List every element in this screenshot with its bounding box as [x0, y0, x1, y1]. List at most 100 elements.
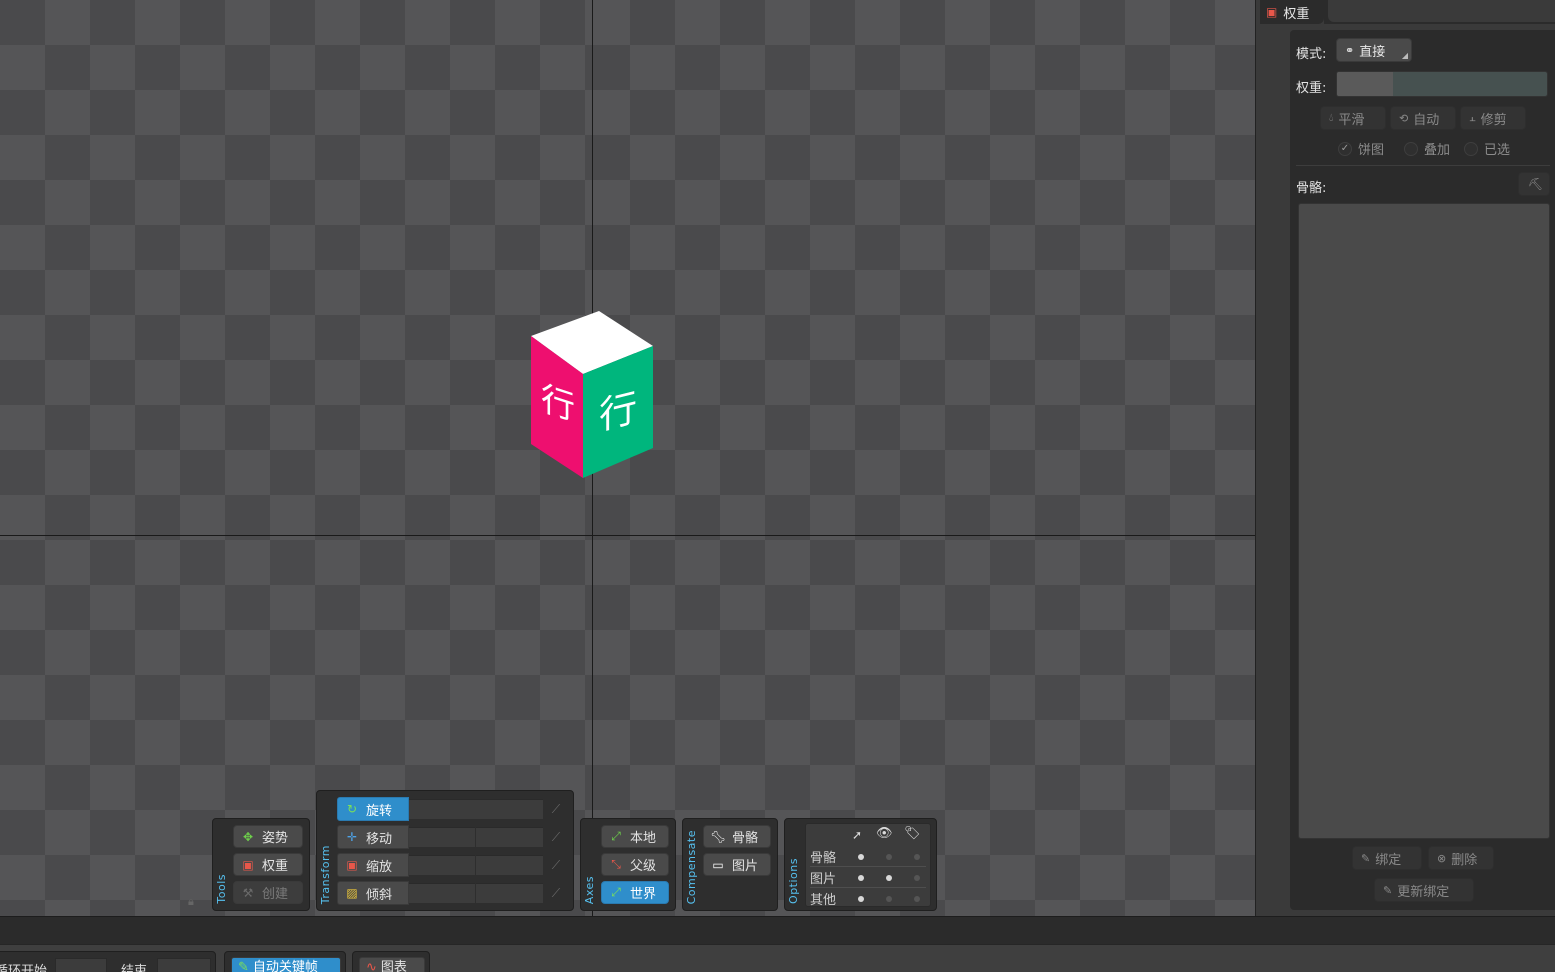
shear-x-field[interactable] — [409, 883, 475, 903]
parent-axes-label: 父级 — [630, 859, 657, 874]
shear-icon: ▨ — [346, 886, 358, 900]
scale-link-icon[interactable]: ⟋ — [543, 855, 569, 875]
auto-key-label: 自动关键帧 — [252, 960, 318, 972]
bones-visible-toggle[interactable] — [886, 854, 892, 860]
local-axes-icon: ⤢ — [611, 829, 621, 843]
graph-label: 图表 — [380, 960, 407, 972]
bones-names-toggle[interactable] — [914, 854, 920, 860]
weight-slider[interactable] — [1336, 71, 1548, 97]
auto-label: 自动 — [1413, 112, 1440, 128]
parent-axes-button[interactable]: ⤡ 父级 — [601, 853, 669, 876]
mode-dropdown[interactable]: ⚭ 直接 ◢ — [1336, 38, 1412, 62]
visibility-eye-icon: 👁︎ — [876, 826, 893, 841]
shear-y-field[interactable] — [476, 883, 543, 903]
scale-row: ▣ 缩放 ⟋ — [337, 853, 569, 877]
rotate-value-field[interactable] — [409, 799, 543, 819]
pose-icon: ✥ — [242, 829, 254, 844]
tag-icon: 🏷︎ — [904, 826, 921, 841]
auto-key-button[interactable]: ✎ 自动关键帧 — [231, 957, 341, 972]
rotate-row: ↻ 旋转 ⟋ — [337, 797, 569, 821]
scale-x-field[interactable] — [409, 855, 475, 875]
shear-button[interactable]: ▨ 倾斜 — [337, 881, 409, 905]
rotate-button[interactable]: ↻ 旋转 — [337, 797, 409, 821]
smooth-label: 平滑 — [1338, 112, 1365, 128]
translate-x-field[interactable] — [409, 827, 475, 847]
compensate-images-button[interactable]: ▭ 图片 — [703, 853, 771, 876]
droplet-icon: 💧︎ — [1329, 111, 1334, 124]
weights-tab-title: 权重 — [1283, 6, 1310, 22]
remove-icon: ⊗ — [1437, 851, 1447, 865]
shear-label: 倾斜 — [366, 887, 393, 903]
smooth-button[interactable]: 💧︎ 平滑 — [1320, 106, 1386, 130]
world-axes-button[interactable]: ⤢ 世界 — [601, 881, 669, 904]
options-row-label: 图片 — [810, 872, 837, 887]
images-names-toggle[interactable] — [914, 875, 920, 881]
loop-start-label: 循环开始 — [0, 964, 48, 972]
translate-y-field[interactable] — [476, 827, 543, 847]
x-axis-line — [0, 535, 1256, 536]
bind-button[interactable]: ✎ 绑定 — [1352, 846, 1422, 870]
timeline-bar[interactable] — [0, 916, 1555, 944]
pose-button[interactable]: ✥ 姿势 — [233, 825, 303, 848]
tools-group: Tools ✥ 姿势 ▣ 权重 ⚒ 创建 — [212, 818, 310, 911]
end-field[interactable] — [157, 958, 211, 972]
shear-link-icon[interactable]: ⟋ — [543, 883, 569, 903]
weights-icon: ▣ — [242, 857, 254, 872]
loop-start-field[interactable] — [55, 958, 107, 972]
scale-icon: ▣ — [346, 858, 358, 872]
images-select-toggle[interactable] — [858, 875, 864, 881]
update-binding-button[interactable]: ✎ 更新绑定 — [1374, 878, 1474, 902]
scale-y-field[interactable] — [476, 855, 543, 875]
local-axes-label: 本地 — [630, 831, 657, 846]
create-button[interactable]: ⚒ 创建 — [233, 881, 303, 904]
loop-range-group: 循环开始 结束 — [0, 951, 216, 972]
transform-label: Transform — [319, 844, 332, 904]
weights-tab-icon: ▣ — [1266, 5, 1278, 19]
translate-link-icon[interactable]: ⟋ — [543, 827, 569, 847]
weight-slider-fill — [1337, 72, 1393, 96]
options-grid: ➚ 👁︎ 🏷︎ 骨骼 图片 其他 — [805, 823, 931, 908]
options-row-other: 其他 — [810, 888, 928, 908]
compensate-images-label: 图片 — [732, 859, 759, 874]
pie-check-icon: ✓ — [1338, 141, 1352, 156]
prune-icon: ⫠ — [1469, 111, 1476, 124]
translate-row: ✛ 移动 ⟋ — [337, 825, 569, 849]
compensate-bones-button[interactable]: 🦴︎ 骨骼 — [703, 825, 771, 848]
lock-icon[interactable]: 🔒︎ — [188, 895, 200, 908]
viewport[interactable]: 行 行 Tools ✥ 姿势 ▣ 权重 ⚒ 创建 🔒︎ Transform ↻ … — [0, 0, 1256, 916]
axes-label: Axes — [583, 875, 596, 904]
other-names-toggle[interactable] — [914, 896, 920, 902]
options-label: Options — [787, 858, 800, 904]
graph-button[interactable]: ∿ 图表 — [359, 957, 425, 972]
bones-filter-button[interactable]: ⛏ — [1518, 172, 1550, 196]
selected-checkbox[interactable]: 已选 — [1464, 139, 1510, 158]
auto-button[interactable]: ⟲ 自动 — [1390, 106, 1456, 130]
cube-image[interactable]: 行 行 — [525, 308, 659, 482]
update-binding-label: 更新绑定 — [1397, 884, 1450, 900]
bones-select-toggle[interactable] — [858, 854, 864, 860]
local-axes-button[interactable]: ⤢ 本地 — [601, 825, 669, 848]
translate-button[interactable]: ✛ 移动 — [337, 825, 409, 849]
selected-check-box — [1464, 141, 1478, 156]
translate-label: 移动 — [366, 831, 393, 847]
remove-button[interactable]: ⊗ 删除 — [1428, 846, 1494, 870]
bind-icon: ✎ — [1361, 851, 1371, 865]
other-select-toggle[interactable] — [858, 896, 864, 902]
options-row-label: 其他 — [810, 893, 837, 908]
prune-button[interactable]: ⫠ 修剪 — [1460, 106, 1526, 130]
images-visible-toggle[interactable] — [886, 875, 892, 881]
weights-button[interactable]: ▣ 权重 — [233, 853, 303, 876]
rotate-link-icon[interactable]: ⟋ — [543, 799, 569, 819]
other-visible-toggle[interactable] — [886, 896, 892, 902]
compensate-group: Compensate 🦴︎ 骨骼 ▭ 图片 — [682, 818, 778, 911]
auto-icon: ⟲ — [1399, 111, 1409, 125]
weights-tab[interactable]: ▣ 权重 — [1260, 0, 1324, 24]
options-group: Options ➚ 👁︎ 🏷︎ 骨骼 图片 其他 — [784, 818, 937, 911]
transform-group: Transform ↻ 旋转 ⟋ ✛ 移动 ⟋ ▣ 缩放 ⟋ ▨ 倾斜 ⟋ — [316, 790, 574, 911]
direct-mode-icon: ⚭ — [1345, 43, 1355, 57]
pie-checkbox[interactable]: ✓ 饼图 — [1338, 139, 1384, 158]
scale-button[interactable]: ▣ 缩放 — [337, 853, 409, 877]
options-row-label: 骨骼 — [810, 851, 837, 866]
bones-list[interactable] — [1298, 203, 1550, 839]
overlay-checkbox[interactable]: 叠加 — [1404, 139, 1450, 158]
